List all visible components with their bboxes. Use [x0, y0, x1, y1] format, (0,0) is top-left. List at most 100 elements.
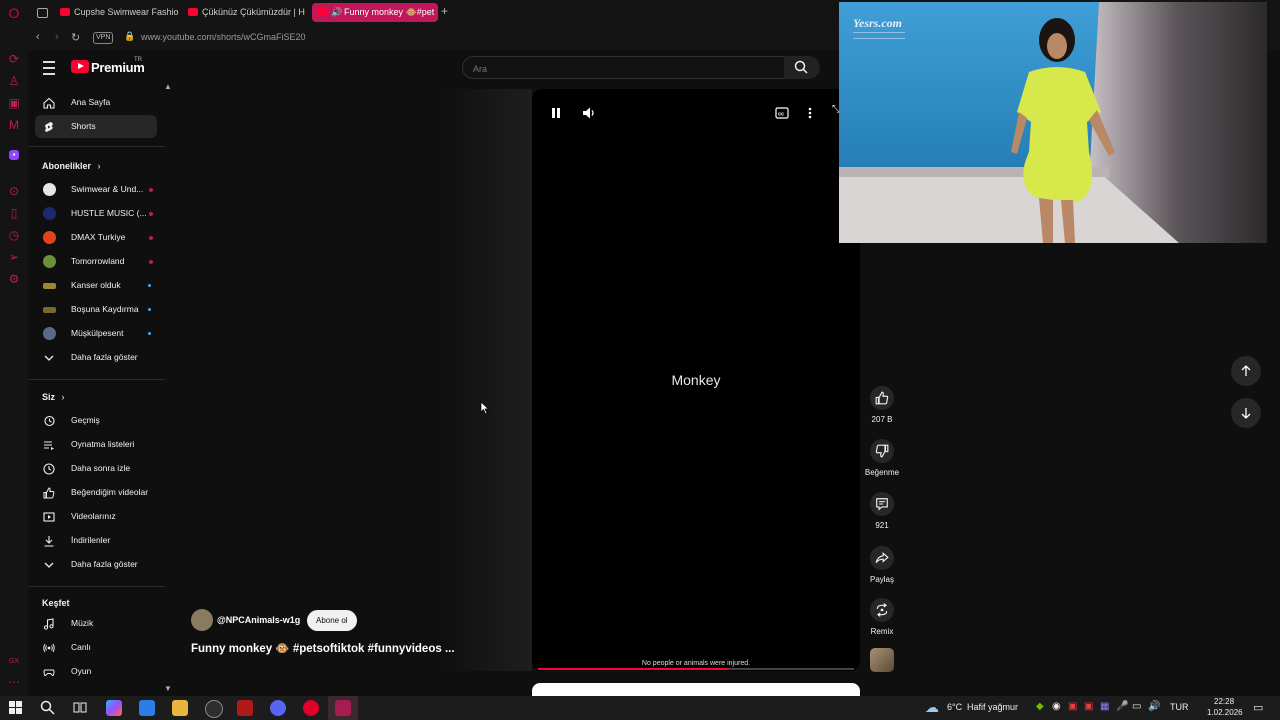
weather-icon[interactable]: ☁: [925, 699, 939, 716]
channel-handle[interactable]: @NPCAnimals-w1g: [217, 615, 300, 625]
language-indicator[interactable]: TUR: [1170, 702, 1189, 712]
aria-icon[interactable]: ♙: [6, 73, 22, 89]
sidebar-item-home[interactable]: Ana Sayfa: [35, 91, 157, 114]
scroll-down-icon[interactable]: ▼: [164, 684, 172, 693]
back-icon[interactable]: ‹: [36, 31, 40, 43]
opera-icon[interactable]: [303, 700, 319, 716]
hamburger-menu-icon[interactable]: [43, 61, 55, 75]
nvidia-icon[interactable]: ◆: [1036, 701, 1044, 712]
next-short-preview[interactable]: [532, 683, 860, 696]
sidebar-item-history[interactable]: Geçmiş: [35, 409, 157, 432]
picture-in-picture-window[interactable]: Yesrs.com: [839, 2, 1267, 243]
clock-sidebar-icon[interactable]: ◷: [6, 227, 22, 243]
comments-button[interactable]: 921: [861, 492, 903, 530]
sidebar-item-subscription[interactable]: Boşuna Kaydırma: [35, 298, 157, 321]
search-icon[interactable]: [40, 700, 55, 715]
search-box[interactable]: [462, 56, 786, 80]
sidebar-item-subscription[interactable]: Kanser olduk: [35, 274, 157, 297]
weather-desc[interactable]: Hafif yağmur: [967, 702, 1018, 712]
sidebar-item-your-videos[interactable]: Videolarınız: [35, 505, 157, 528]
new-tab-button[interactable]: +: [441, 4, 448, 18]
history-sidebar-icon[interactable]: ⟳: [6, 51, 22, 67]
taskbar-active-app[interactable]: [328, 696, 358, 720]
twitch-icon[interactable]: ▪: [9, 150, 19, 160]
sidebar-item-liked-videos[interactable]: Beğendiğim videolar: [35, 481, 157, 504]
sidebar-item-show-more-2[interactable]: Daha fazla göster: [35, 553, 157, 576]
reload-icon[interactable]: ↻: [71, 31, 80, 44]
closed-captions-icon[interactable]: cc: [775, 107, 789, 119]
more-icon[interactable]: ⋯: [6, 674, 22, 690]
bookmark-icon[interactable]: ▯: [6, 205, 22, 221]
video-title[interactable]: Funny monkey 🐵 #petsoftiktok #funnyvideo…: [191, 641, 455, 655]
pause-icon[interactable]: [551, 107, 561, 119]
search-input[interactable]: [463, 57, 775, 80]
settings-icon[interactable]: ⚙: [6, 271, 22, 287]
sidebar-item-subscription[interactable]: Swimwear & Und...: [35, 178, 157, 201]
shorts-video-player[interactable]: cc ⤡ Monkey No people or animals were in…: [532, 89, 860, 671]
app-tray-icon[interactable]: ▣: [1068, 701, 1077, 712]
player-icon[interactable]: ⊙: [6, 183, 22, 199]
audio-thumbnail[interactable]: [870, 648, 894, 672]
sidebar-item-watch-later[interactable]: Daha sonra izle: [35, 457, 157, 480]
opera-logo-icon[interactable]: O: [6, 5, 22, 21]
sidebar-item-subscription[interactable]: DMAX Turkiye: [35, 226, 157, 249]
sidebar-item-playlists[interactable]: Oynatma listeleri: [35, 433, 157, 456]
you-title[interactable]: Siz ›: [42, 392, 65, 402]
clock-date[interactable]: 1.02.2026: [1207, 708, 1243, 717]
remix-button[interactable]: Remix: [861, 598, 903, 636]
steam-icon[interactable]: [205, 700, 223, 718]
dislike-button[interactable]: Beğenme: [861, 439, 903, 477]
volume-tray-icon[interactable]: 🔊: [1148, 701, 1160, 712]
tab-menu-icon[interactable]: [37, 8, 48, 18]
voicemod-icon[interactable]: [237, 700, 253, 716]
tab-funny-monkey[interactable]: 🔊 Funny monkey 🐵#pet: [312, 3, 438, 22]
sidebar-item-downloads[interactable]: İndirilenler: [35, 529, 157, 552]
windows-start-icon[interactable]: [9, 701, 22, 714]
video-progress-bar[interactable]: [538, 668, 854, 670]
more-options-icon[interactable]: [807, 106, 813, 120]
like-button[interactable]: 207 B: [861, 386, 903, 424]
copilot-icon[interactable]: [106, 700, 122, 716]
sidebar-item-music[interactable]: Müzik: [35, 612, 157, 635]
sidebar-item-live[interactable]: Canlı: [35, 636, 157, 659]
forward-icon[interactable]: ›: [55, 31, 59, 43]
microphone-icon[interactable]: 🎤: [1116, 701, 1128, 712]
share-button[interactable]: Paylaş: [861, 546, 903, 584]
url-field[interactable]: www.youtube.com/shorts/wCGmaFiSE20: [141, 32, 306, 42]
tab-cukunuz[interactable]: Çükünüz Çükümüzdür | H: [186, 3, 317, 22]
notification-icon[interactable]: ▭: [1253, 701, 1263, 714]
sidebar-item-gaming[interactable]: Oyun: [35, 660, 157, 683]
instagram-icon[interactable]: ▣: [6, 95, 22, 111]
sidebar-item-subscription[interactable]: Müşkülpesent: [35, 322, 157, 345]
subscribe-button[interactable]: Abone ol: [307, 610, 357, 631]
channel-avatar[interactable]: [191, 609, 213, 631]
volume-icon[interactable]: [582, 106, 596, 120]
vpn-badge[interactable]: VPN: [93, 32, 114, 44]
tab-cupshe[interactable]: Cupshe Swimwear Fashio: [58, 3, 189, 22]
file-explorer-icon[interactable]: [172, 700, 188, 716]
subscriptions-title[interactable]: Abonelikler ›: [42, 161, 101, 171]
app-tray-icon[interactable]: ▣: [1084, 701, 1093, 712]
weather-temp[interactable]: 6°C: [947, 702, 962, 712]
edge-icon[interactable]: [139, 700, 155, 716]
discord-icon[interactable]: [270, 700, 286, 716]
mail-icon[interactable]: M: [6, 117, 22, 133]
speaker-icon[interactable]: 🔊: [331, 3, 342, 22]
sidebar-item-show-more[interactable]: Daha fazla göster: [35, 346, 157, 369]
previous-short-button[interactable]: [1231, 356, 1261, 386]
task-view-icon[interactable]: [73, 701, 87, 714]
sidebar-item-subscription[interactable]: HUSTLE MUSIC (...: [35, 202, 157, 225]
scroll-up-icon[interactable]: ▲: [164, 82, 172, 91]
clock-time[interactable]: 22:28: [1214, 697, 1234, 706]
app-tray-icon[interactable]: ▦: [1100, 701, 1109, 712]
discord-tray-icon[interactable]: ◉: [1052, 701, 1061, 712]
sidebar-item-subscription[interactable]: Tomorrowland: [35, 250, 157, 273]
flow-icon[interactable]: ➢: [6, 249, 22, 265]
search-button[interactable]: [784, 56, 820, 79]
network-icon[interactable]: ▭: [1132, 701, 1141, 712]
gx-icon[interactable]: GX: [6, 654, 22, 670]
sidebar-item-shorts[interactable]: Shorts: [35, 115, 157, 138]
youtube-logo-icon[interactable]: [71, 60, 89, 73]
video-icon: [43, 512, 55, 522]
next-short-button[interactable]: [1231, 398, 1261, 428]
